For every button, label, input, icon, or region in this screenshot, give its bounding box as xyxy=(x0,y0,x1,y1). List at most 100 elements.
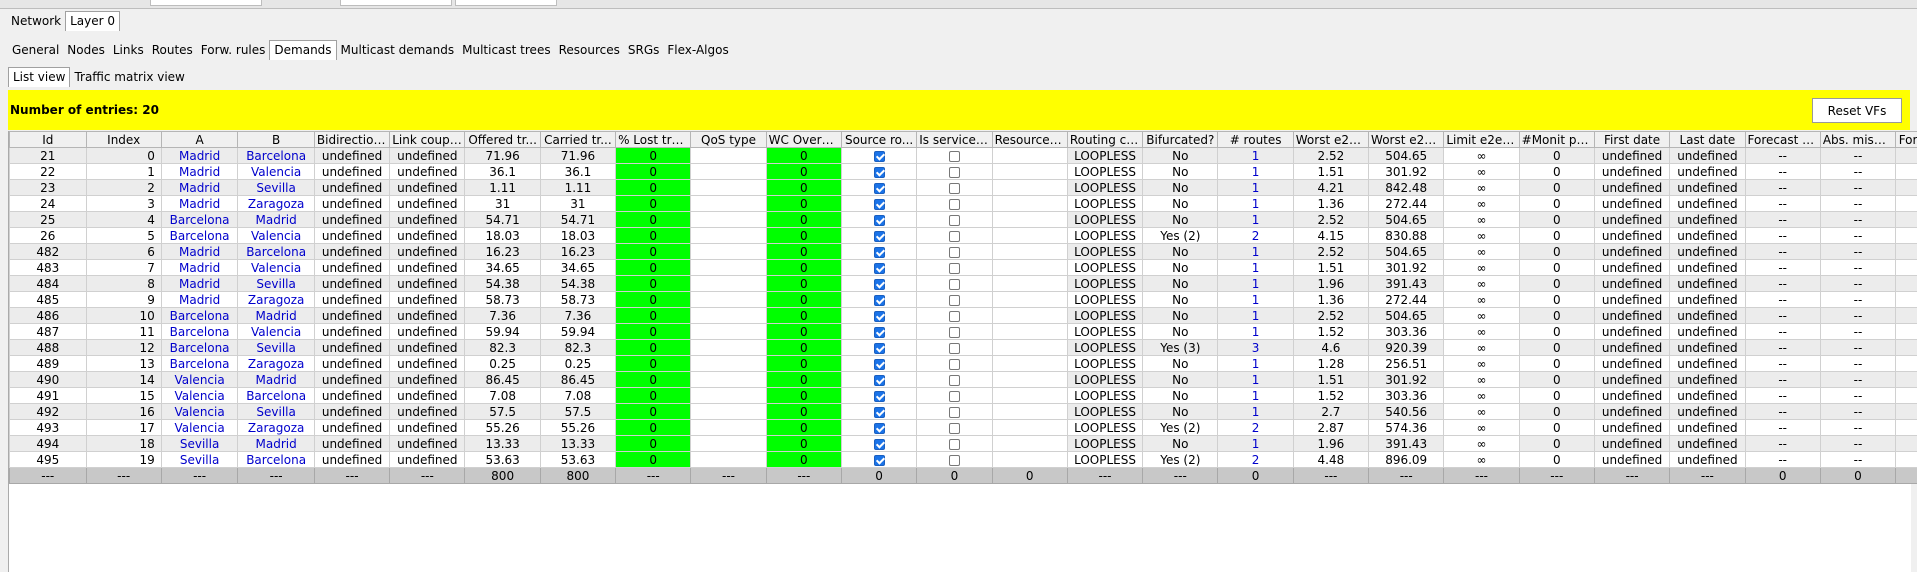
checkbox-unchecked[interactable] xyxy=(948,390,960,402)
table-cell[interactable] xyxy=(916,339,993,356)
table-cell[interactable] xyxy=(840,163,918,180)
table-cell[interactable] xyxy=(840,259,918,276)
table-cell[interactable]: 2 xyxy=(1217,419,1294,436)
table-row[interactable]: 493 17 Valencia Zaragoza undefined undefined 5… xyxy=(9,419,1917,436)
table-cell[interactable]: 2 xyxy=(1217,451,1294,468)
table-cell[interactable] xyxy=(840,227,918,244)
table-row[interactable]: 494 18 Sevilla Madrid undefined undefined 13.3… xyxy=(9,435,1917,452)
table-cell[interactable] xyxy=(840,307,918,324)
table-cell[interactable] xyxy=(916,291,993,308)
table-cell[interactable] xyxy=(840,355,918,372)
checkbox-checked[interactable] xyxy=(873,214,885,226)
checkbox-unchecked[interactable] xyxy=(948,294,960,306)
table-cell[interactable]: Valencia xyxy=(160,419,239,436)
checkbox-checked[interactable] xyxy=(873,406,885,418)
table-cell[interactable]: Zaragoza xyxy=(237,355,315,372)
checkbox-unchecked[interactable] xyxy=(948,262,960,274)
table-row[interactable]: 484 8 Madrid Sevilla undefined undefined 54.38… xyxy=(9,275,1917,292)
table-cell[interactable]: 1 xyxy=(1217,179,1294,196)
table-cell[interactable]: Madrid xyxy=(160,195,239,212)
table-row[interactable]: 482 6 Madrid Barcelona undefined undefined 16.… xyxy=(9,243,1917,260)
table-cell[interactable] xyxy=(840,195,918,212)
table-row[interactable]: 487 11 Barcelona Valencia undefined undefined… xyxy=(9,323,1917,340)
table-cell[interactable]: Valencia xyxy=(237,163,315,180)
column-header-worst-e2e[interactable]: Worst e2e... xyxy=(1368,131,1445,148)
checkbox-unchecked[interactable] xyxy=(948,454,960,466)
table-cell[interactable]: Valencia xyxy=(160,387,239,404)
table-row[interactable]: 24 3 Madrid Zaragoza undefined undefined 31 31 0… xyxy=(9,195,1917,212)
table-cell[interactable] xyxy=(840,387,918,404)
table-cell[interactable]: 1 xyxy=(1217,403,1294,420)
column-header-id[interactable]: Id xyxy=(9,131,87,148)
table-cell[interactable]: 1 xyxy=(1217,435,1294,452)
table-row[interactable]: 21 0 Madrid Barcelona undefined undefined 71.9… xyxy=(9,147,1917,164)
tab-routes[interactable]: Routes xyxy=(148,41,197,60)
column-header-limit-e2e-l[interactable]: Limit e2e l... xyxy=(1443,131,1520,148)
table-cell[interactable]: Madrid xyxy=(237,371,315,388)
table-cell[interactable] xyxy=(916,259,993,276)
table-cell[interactable]: Madrid xyxy=(160,275,239,292)
table-cell[interactable] xyxy=(840,323,918,340)
table-cell[interactable] xyxy=(840,243,918,260)
table-cell[interactable]: 1 xyxy=(1217,307,1294,324)
table-cell[interactable]: 1 xyxy=(1217,259,1294,276)
tab-network[interactable]: Network xyxy=(7,12,65,31)
table-cell[interactable] xyxy=(916,435,993,452)
checkbox-unchecked[interactable] xyxy=(948,326,960,338)
table-cell[interactable] xyxy=(916,355,993,372)
checkbox-checked[interactable] xyxy=(873,390,885,402)
table-cell[interactable]: 1 xyxy=(1217,387,1294,404)
table-cell[interactable] xyxy=(916,227,993,244)
checkbox-checked[interactable] xyxy=(873,326,885,338)
table-cell[interactable]: Madrid xyxy=(237,307,315,324)
checkbox-unchecked[interactable] xyxy=(948,374,960,386)
column-header-offered-tr[interactable]: Offered tr... xyxy=(464,131,541,148)
checkbox-checked[interactable] xyxy=(873,422,885,434)
checkbox-checked[interactable] xyxy=(873,198,885,210)
checkbox-checked[interactable] xyxy=(873,454,885,466)
table-row[interactable]: 488 12 Barcelona Sevilla undefined undefined 8… xyxy=(9,339,1917,356)
checkbox-unchecked[interactable] xyxy=(948,166,960,178)
tab-forw-rules[interactable]: Forw. rules xyxy=(197,41,270,60)
table-row[interactable]: 23 2 Madrid Sevilla undefined undefined 1.11 1.… xyxy=(9,179,1917,196)
column-header-monit-poi[interactable]: #Monit poi... xyxy=(1518,131,1595,148)
checkbox-checked[interactable] xyxy=(873,310,885,322)
checkbox-unchecked[interactable] xyxy=(948,342,960,354)
column-header-forecast[interactable]: Forecast (... xyxy=(1744,131,1821,148)
tab-multicast-demands[interactable]: Multicast demands xyxy=(337,41,459,60)
table-cell[interactable]: Barcelona xyxy=(160,355,239,372)
table-cell[interactable]: Madrid xyxy=(237,435,315,452)
table-cell[interactable] xyxy=(916,147,993,164)
checkbox-unchecked[interactable] xyxy=(948,230,960,242)
checkbox-checked[interactable] xyxy=(873,230,885,242)
table-cell[interactable]: Barcelona xyxy=(160,211,239,228)
column-header-resource-t[interactable]: Resource t... xyxy=(991,131,1068,148)
checkbox-checked[interactable] xyxy=(873,150,885,162)
table-row[interactable]: 486 10 Barcelona Madrid undefined undefined 7.… xyxy=(9,307,1917,324)
table-cell[interactable]: 1 xyxy=(1217,275,1294,292)
checkbox-checked[interactable] xyxy=(873,262,885,274)
column-header-source-ro[interactable]: Source ro... xyxy=(840,131,918,148)
table-cell[interactable]: Sevilla xyxy=(237,339,315,356)
table-cell[interactable]: 1 xyxy=(1217,291,1294,308)
table-cell[interactable]: Sevilla xyxy=(160,435,239,452)
table-cell[interactable]: Valencia xyxy=(160,371,239,388)
column-header-lost-tra[interactable]: % Lost tra... xyxy=(615,131,692,148)
table-cell[interactable]: 1 xyxy=(1217,195,1294,212)
table-cell[interactable]: Barcelona xyxy=(237,243,315,260)
tab-list-view[interactable]: List view xyxy=(8,67,71,87)
checkbox-checked[interactable] xyxy=(873,374,885,386)
checkbox-checked[interactable] xyxy=(873,278,885,290)
column-header-worst-e2e[interactable]: Worst e2e... xyxy=(1292,131,1370,148)
table-cell[interactable]: Sevilla xyxy=(237,403,315,420)
table-cell[interactable]: Barcelona xyxy=(237,387,315,404)
table-cell[interactable]: Barcelona xyxy=(160,307,239,324)
table-cell[interactable]: Madrid xyxy=(160,179,239,196)
tab-resources[interactable]: Resources xyxy=(555,41,624,60)
checkbox-unchecked[interactable] xyxy=(948,278,960,290)
checkbox-checked[interactable] xyxy=(873,358,885,370)
table-cell[interactable]: 1 xyxy=(1217,211,1294,228)
table-cell[interactable] xyxy=(840,211,918,228)
column-header-last-date[interactable]: Last date xyxy=(1669,131,1746,148)
column-header-routes[interactable]: # routes xyxy=(1217,131,1294,148)
